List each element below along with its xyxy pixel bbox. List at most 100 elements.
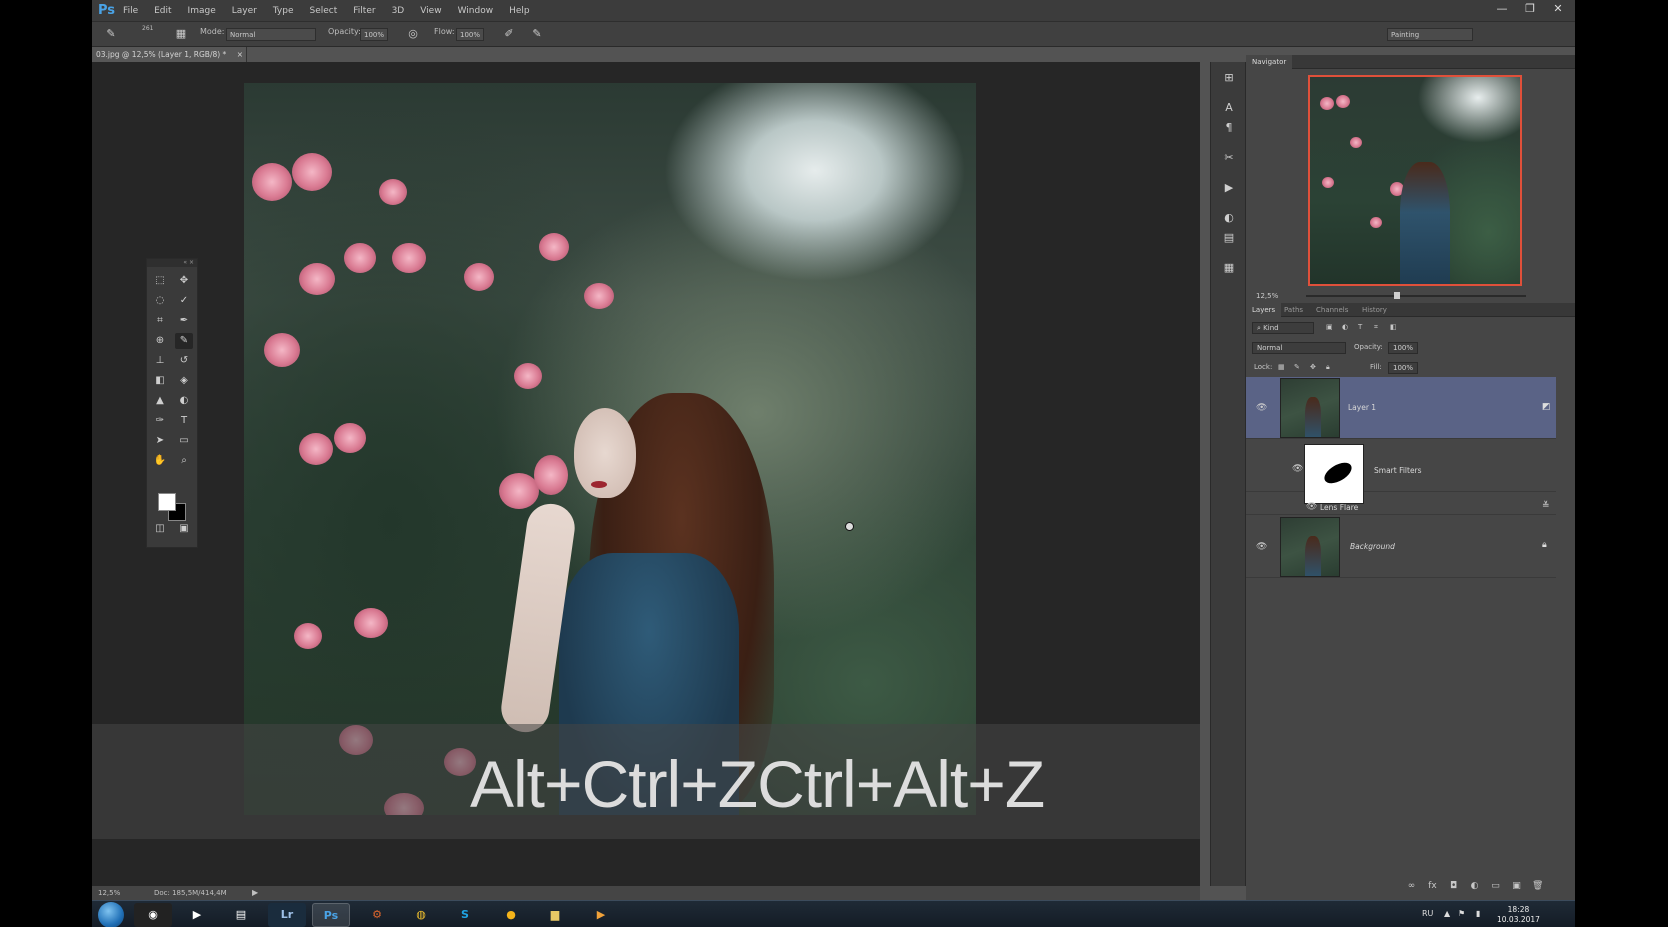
- pressure-size-icon[interactable]: ✎: [530, 27, 544, 41]
- brush-size-value[interactable]: 261: [142, 25, 153, 32]
- adjustments-panel-icon[interactable]: ◐: [1221, 210, 1237, 226]
- photoshop-app-icon[interactable]: Ps: [312, 903, 350, 927]
- video-app-icon[interactable]: ▶: [582, 903, 620, 927]
- media-player-app-icon[interactable]: ▶: [178, 903, 216, 927]
- dodge-tool-icon[interactable]: ◐: [175, 393, 193, 409]
- navigator-zoom[interactable]: 12,5%: [1256, 292, 1278, 300]
- chrome-app-icon[interactable]: ◍: [402, 903, 440, 927]
- tab-channels[interactable]: Channels: [1310, 303, 1354, 317]
- toolbox-header[interactable]: « ×: [147, 259, 197, 267]
- visibility-eye-icon[interactable]: 👁︎: [1306, 502, 1317, 512]
- tray-flag-icon[interactable]: ⚑: [1458, 909, 1465, 918]
- pressure-opacity-icon[interactable]: ◎: [406, 27, 420, 41]
- type-tool-icon[interactable]: T: [175, 413, 193, 429]
- quick-mask-icon[interactable]: ◫: [151, 521, 169, 537]
- layer-row-layer-1[interactable]: 👁︎ Layer 1 ◩: [1246, 377, 1556, 439]
- menu-layer[interactable]: Layer: [232, 6, 257, 16]
- filter-smart-object-icon[interactable]: ◧: [1390, 323, 1397, 331]
- utility-app-icon[interactable]: ●: [492, 903, 530, 927]
- actions-panel-icon[interactable]: ▶: [1221, 180, 1237, 196]
- menu-select[interactable]: Select: [310, 6, 338, 16]
- document-canvas-image[interactable]: [244, 83, 976, 815]
- pen-tool-icon[interactable]: ✑: [151, 413, 169, 429]
- visibility-eye-icon[interactable]: 👁︎: [1256, 403, 1267, 413]
- zoom-tool-icon[interactable]: ⌕: [175, 453, 193, 469]
- menu-image[interactable]: Image: [188, 6, 216, 16]
- filter-adjustment-icon[interactable]: ◐: [1342, 323, 1348, 331]
- layer-row-background[interactable]: 👁︎ Background 🔒︎: [1246, 516, 1556, 578]
- healing-brush-tool-icon[interactable]: ⊕: [151, 333, 169, 349]
- start-button[interactable]: [98, 902, 124, 927]
- menu-file[interactable]: File: [123, 6, 138, 16]
- quick-selection-tool-icon[interactable]: ✓: [175, 293, 193, 309]
- link-layers-icon[interactable]: ∞: [1406, 881, 1417, 891]
- layer-filter-kind-select[interactable]: ⌕ Kind: [1252, 322, 1314, 334]
- obs-app-icon[interactable]: ◉: [134, 903, 172, 927]
- clone-stamp-tool-icon[interactable]: ⊥: [151, 353, 169, 369]
- navigator-slider-knob[interactable]: [1394, 292, 1400, 299]
- tab-history[interactable]: History: [1356, 303, 1393, 317]
- tab-navigator[interactable]: Navigator: [1246, 55, 1293, 69]
- layer-row-lens-flare[interactable]: 👁︎ Lens Flare ≚: [1246, 499, 1556, 515]
- swatches-panel-icon[interactable]: ▦: [1221, 260, 1237, 276]
- layers-opacity-input[interactable]: 100%: [1388, 342, 1418, 354]
- layer-style-icon[interactable]: fx: [1427, 881, 1438, 891]
- history-panel-icon[interactable]: ⊞: [1221, 70, 1237, 86]
- visibility-eye-icon[interactable]: 👁︎: [1292, 464, 1303, 474]
- add-mask-icon[interactable]: ◘: [1448, 881, 1459, 891]
- layer-name[interactable]: Background: [1350, 542, 1395, 551]
- mode-select[interactable]: Normal: [226, 28, 316, 41]
- smart-filter-mask-thumbnail[interactable]: [1304, 444, 1364, 504]
- move-tool-icon[interactable]: ✥: [175, 273, 193, 289]
- lock-position-icon[interactable]: ✥: [1310, 363, 1316, 371]
- filter-shape-icon[interactable]: ⌗: [1374, 323, 1378, 332]
- explorer-app-icon[interactable]: ▤: [222, 903, 260, 927]
- history-brush-tool-icon[interactable]: ↺: [175, 353, 193, 369]
- lock-image-icon[interactable]: ✎: [1294, 363, 1300, 371]
- character-panel-icon[interactable]: A: [1221, 100, 1237, 116]
- styles-panel-icon[interactable]: ▤: [1221, 230, 1237, 246]
- minimize-button[interactable]: —: [1495, 2, 1509, 15]
- menu-window[interactable]: Window: [458, 6, 494, 16]
- brush-tool-preset-icon[interactable]: ✎: [104, 27, 118, 41]
- menu-edit[interactable]: Edit: [154, 6, 171, 16]
- menu-view[interactable]: View: [420, 6, 441, 16]
- lasso-tool-icon[interactable]: ◌: [151, 293, 169, 309]
- fill-input[interactable]: 100%: [1388, 362, 1418, 374]
- menu-3d[interactable]: 3D: [392, 6, 405, 16]
- smart-filters-label[interactable]: Smart Filters: [1374, 466, 1422, 475]
- canvas-area[interactable]: Alt+Ctrl+ZCtrl+Alt+Z: [92, 62, 1200, 886]
- adjustment-layer-icon[interactable]: ◐: [1469, 881, 1480, 891]
- filter-type-icon[interactable]: T: [1358, 323, 1362, 331]
- foreground-color-swatch[interactable]: [158, 493, 176, 511]
- eyedropper-tool-icon[interactable]: ✒: [175, 313, 193, 329]
- delete-layer-icon[interactable]: 🗑︎: [1532, 881, 1543, 891]
- tray-signal-icon[interactable]: ▮: [1476, 909, 1480, 918]
- restore-button[interactable]: ❐: [1523, 2, 1537, 15]
- new-layer-icon[interactable]: ▣: [1511, 881, 1522, 891]
- filter-name[interactable]: Lens Flare: [1320, 503, 1358, 512]
- menu-help[interactable]: Help: [509, 6, 530, 16]
- paint-bucket-tool-icon[interactable]: ◈: [175, 373, 193, 389]
- tab-paths[interactable]: Paths: [1278, 303, 1309, 317]
- navigator-zoom-slider[interactable]: [1306, 292, 1526, 299]
- crop-tool-icon[interactable]: ⌗: [151, 313, 169, 329]
- document-tab[interactable]: 03.jpg @ 12,5% (Layer 1, RGB/8) * ×: [92, 47, 247, 62]
- layer-name[interactable]: Layer 1: [1348, 403, 1376, 412]
- lock-all-icon[interactable]: 🔒︎: [1326, 363, 1330, 372]
- navigator-preview[interactable]: [1308, 75, 1522, 286]
- tray-arrow-icon[interactable]: ▲: [1444, 909, 1450, 918]
- menu-filter[interactable]: Filter: [353, 6, 375, 16]
- paragraph-panel-icon[interactable]: ¶: [1221, 120, 1237, 136]
- status-menu-arrow-icon[interactable]: ▶: [252, 886, 258, 900]
- lightroom-app-icon[interactable]: Lr: [268, 903, 306, 927]
- workspace-select[interactable]: Painting: [1387, 28, 1473, 41]
- brush-tool-icon[interactable]: ✎: [175, 333, 193, 349]
- folder-app-icon[interactable]: ▆: [536, 903, 574, 927]
- screen-mode-icon[interactable]: ▣: [175, 521, 193, 537]
- menu-type[interactable]: Type: [273, 6, 294, 16]
- status-zoom[interactable]: 12,5%: [98, 886, 120, 900]
- opacity-input[interactable]: 100%: [360, 28, 388, 41]
- tab-layers[interactable]: Layers: [1246, 303, 1282, 317]
- rectangle-tool-icon[interactable]: ▭: [175, 433, 193, 449]
